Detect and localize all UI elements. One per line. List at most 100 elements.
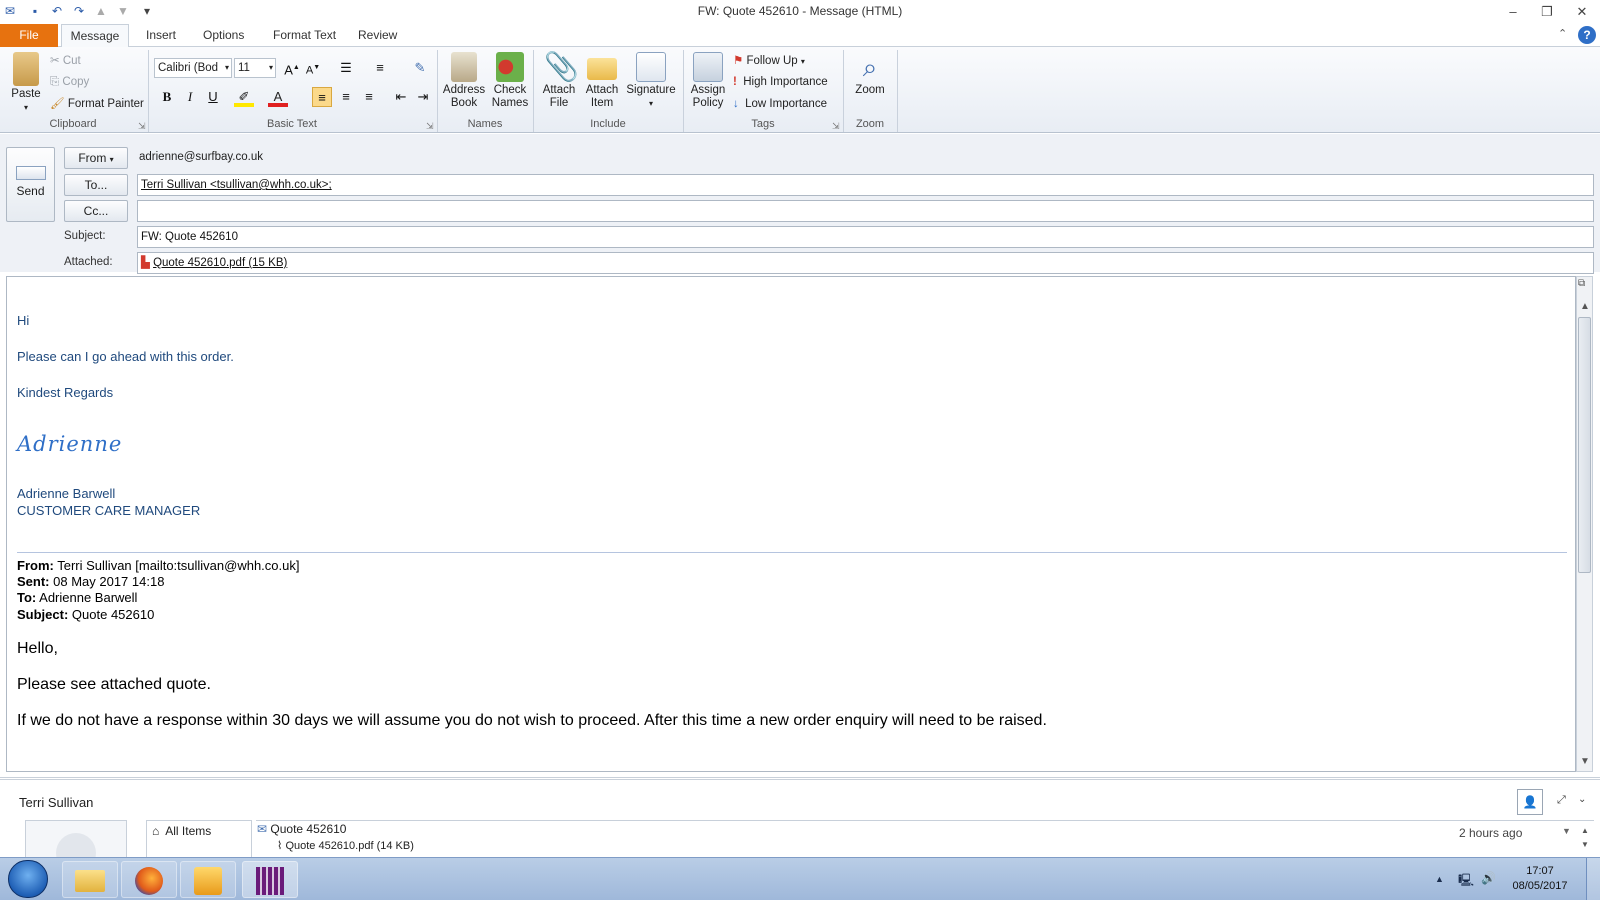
explorer-taskbar-icon[interactable] xyxy=(62,861,118,898)
font-color-icon[interactable]: A xyxy=(268,87,288,107)
increase-indent-icon[interactable]: ⇥ xyxy=(413,87,433,107)
show-desktop-button[interactable] xyxy=(1586,858,1600,900)
app-taskbar-icon[interactable] xyxy=(242,861,298,898)
firefox-taskbar-icon[interactable] xyxy=(121,861,177,898)
send-button[interactable]: Send xyxy=(6,147,55,222)
volume-icon[interactable]: 🔊 xyxy=(1481,871,1496,885)
subject-field[interactable]: FW: Quote 452610 xyxy=(137,226,1594,248)
assign-policy-button[interactable]: Assign Policy xyxy=(688,52,728,110)
clear-formatting-icon[interactable]: ✎ xyxy=(410,58,430,78)
font-name-value: Calibri (Bod xyxy=(158,62,219,74)
from-button[interactable]: From ▾ xyxy=(64,147,128,169)
underline-button[interactable]: U xyxy=(203,87,223,107)
tray-chevron-icon[interactable]: ▲ xyxy=(1435,874,1444,884)
network-icon[interactable]: 🖳 xyxy=(1458,871,1474,892)
tab-message[interactable]: Message xyxy=(61,24,129,48)
maximize-button[interactable]: ❐ xyxy=(1531,0,1563,24)
attach-item-button[interactable]: Attach Item xyxy=(583,52,621,110)
align-right-icon[interactable]: ≡ xyxy=(359,87,379,107)
message-body[interactable] xyxy=(6,276,1576,772)
address-book-icon xyxy=(451,52,477,82)
ruler-toggle-icon[interactable]: ⧉ xyxy=(1578,278,1585,289)
people-item-attachment-text: Quote 452610.pdf (14 KB) xyxy=(285,840,414,852)
dialog-launcher-icon[interactable]: ⇲ xyxy=(832,121,840,132)
group-separator xyxy=(897,50,898,132)
cut-button[interactable]: ✂ Cut xyxy=(50,52,81,70)
quoted-line1: Please see attached quote. xyxy=(17,676,211,693)
outlook-taskbar-icon[interactable] xyxy=(180,861,236,898)
people-pane-scroll[interactable]: ▲ ▼ xyxy=(1581,824,1589,852)
signature-label: Signature xyxy=(626,84,676,96)
italic-button[interactable]: I xyxy=(180,87,200,107)
chevron-down-icon: ▾ xyxy=(224,63,229,72)
dialog-launcher-icon[interactable]: ⇲ xyxy=(426,121,434,132)
paste-button[interactable]: Paste ▾ xyxy=(6,52,46,114)
decrease-indent-icon[interactable]: ⇤ xyxy=(391,87,411,107)
low-importance-button[interactable]: ↓ Low Importance xyxy=(733,95,827,113)
high-importance-button[interactable]: ! High Importance xyxy=(733,73,828,91)
collapse-ribbon-icon[interactable]: ⌃ xyxy=(1558,27,1567,40)
attach-file-button[interactable]: 📎 Attach File xyxy=(541,51,579,110)
tab-format-text[interactable]: Format Text xyxy=(262,24,347,47)
scrollbar-thumb[interactable] xyxy=(1578,317,1591,573)
close-button[interactable]: ✕ xyxy=(1566,0,1598,24)
cc-button[interactable]: Cc... xyxy=(64,200,128,222)
people-item-attachment[interactable]: ⌇ Quote 452610.pdf (14 KB) xyxy=(277,839,414,852)
quoted-line2: If we do not have a response within 30 d… xyxy=(17,712,1047,729)
copy-button[interactable]: ⎘ Copy xyxy=(50,73,89,91)
from-value: adrienne@surfbay.co.uk xyxy=(139,151,263,163)
numbering-icon[interactable]: ≡ xyxy=(370,58,390,78)
grow-font-icon[interactable]: A▲ xyxy=(282,58,302,78)
chevron-down-icon[interactable]: ▼ xyxy=(1562,826,1571,836)
align-center-icon[interactable]: ≡ xyxy=(336,87,356,107)
attached-label: Attached: xyxy=(64,256,113,268)
scroll-down-icon[interactable]: ▼ xyxy=(1580,756,1590,767)
people-item-title[interactable]: ✉ Quote 452610 xyxy=(257,822,346,836)
home-icon: ⌂ xyxy=(152,824,160,838)
tab-file[interactable]: File xyxy=(0,24,58,47)
signature-button[interactable]: Signature ▾ xyxy=(624,52,678,110)
paste-label: Paste xyxy=(11,88,41,100)
shrink-font-icon[interactable]: A▼ xyxy=(303,58,323,78)
policy-icon xyxy=(693,52,723,82)
paperclip-icon: 📎 xyxy=(544,51,579,82)
names-group-label: Names xyxy=(467,118,503,130)
cc-field[interactable] xyxy=(137,200,1594,222)
chevron-down-icon[interactable]: ⌄ xyxy=(1578,794,1586,805)
address-book-button[interactable]: Address Book xyxy=(442,52,486,110)
expand-icon[interactable]: ⤢ xyxy=(1557,794,1566,807)
font-size-combo[interactable]: 11 ▾ xyxy=(234,58,276,78)
minimize-button[interactable]: – xyxy=(1497,0,1529,24)
follow-up-label: Follow Up xyxy=(746,55,798,67)
tab-insert[interactable]: Insert xyxy=(135,24,187,47)
font-name-combo[interactable]: Calibri (Bod ▾ xyxy=(154,58,232,78)
attachment-link[interactable]: Quote 452610.pdf (15 KB) xyxy=(153,257,287,269)
fwd-subject-label: Subject: xyxy=(17,606,69,622)
bold-button[interactable]: B xyxy=(157,87,177,107)
clipboard-group-label: Clipboard xyxy=(49,118,97,130)
tab-options[interactable]: Options xyxy=(192,24,255,47)
help-icon[interactable]: ? xyxy=(1578,26,1596,44)
dialog-launcher-icon[interactable]: ⇲ xyxy=(138,121,146,132)
tab-review[interactable]: Review xyxy=(347,24,408,47)
zoom-label: Zoom xyxy=(855,84,885,96)
chevron-down-icon: ▾ xyxy=(268,63,273,72)
check-names-button[interactable]: Check Names xyxy=(490,52,530,110)
format-painter-button[interactable]: 🖌 Format Painter xyxy=(50,95,144,113)
scroll-up-icon[interactable]: ▲ xyxy=(1580,301,1590,312)
clock[interactable]: 17:07 08/05/2017 xyxy=(1510,864,1570,894)
to-field[interactable]: Terri Sullivan <tsullivan@whh.co.uk>; xyxy=(137,174,1594,196)
all-items-tab[interactable]: ⌂ All Items xyxy=(152,824,211,838)
follow-up-button[interactable]: ⚑ Follow Up ▾ xyxy=(733,52,805,71)
all-items-label: All Items xyxy=(165,824,212,838)
align-left-icon[interactable]: ≡ xyxy=(312,87,332,107)
envelope-icon xyxy=(587,58,617,80)
zoom-button[interactable]: ⌕ Zoom xyxy=(850,52,890,97)
bullets-icon[interactable]: ☰ xyxy=(336,58,356,78)
people-items-list xyxy=(256,820,1594,857)
highlight-icon[interactable]: ✐ xyxy=(234,87,254,107)
to-button[interactable]: To... xyxy=(64,174,128,196)
message-icon: ✉ xyxy=(257,822,268,836)
to-recipient[interactable]: Terri Sullivan <tsullivan@whh.co.uk>; xyxy=(141,179,332,191)
start-button[interactable] xyxy=(8,860,48,898)
